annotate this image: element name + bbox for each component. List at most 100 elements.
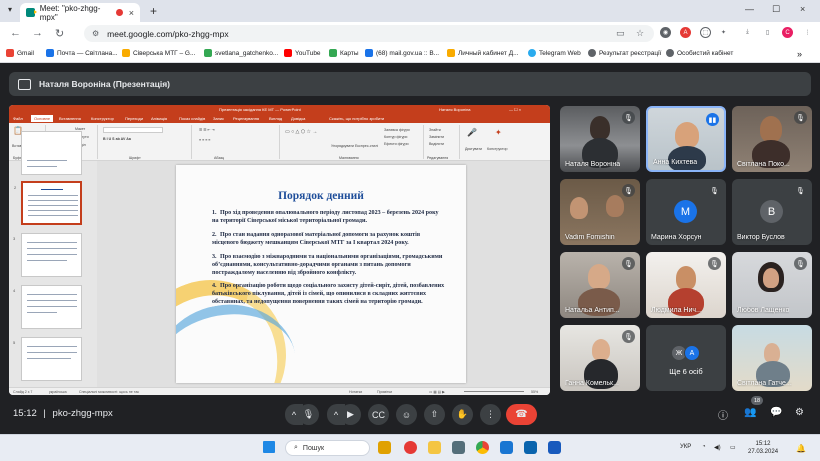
profile-avatar[interactable]: C	[782, 27, 793, 38]
participant-tile[interactable]: 🎙 Vadim Fomishin	[560, 179, 640, 245]
participant-tile[interactable]: 🎙 Людмила Нич...	[646, 252, 726, 318]
comments-button: Примітки	[377, 390, 393, 394]
participant-tile-speaking[interactable]: ▮▮ Анна Кихтева	[646, 106, 726, 172]
forward-icon[interactable]: →	[32, 27, 43, 39]
participant-video	[763, 268, 779, 288]
designer-icon: ✦	[495, 128, 502, 137]
mail-icon	[365, 49, 373, 57]
battery-icon[interactable]: ▭	[730, 444, 736, 451]
search-icon: ⌕	[294, 444, 298, 451]
leave-call-button[interactable]: ☎	[506, 404, 537, 425]
participant-tile[interactable]: 🎙 Натальа Антип...	[560, 252, 640, 318]
close-window-button[interactable]: ×	[800, 4, 805, 14]
briefcase-app-icon[interactable]	[378, 441, 391, 454]
participant-tile[interactable]: 🎙 Ганна Комельк...	[560, 325, 640, 391]
chrome-icon[interactable]	[476, 441, 489, 454]
chat-icon[interactable]: 💬	[770, 407, 782, 418]
bookmark-youtube[interactable]: YouTube	[284, 49, 321, 57]
new-tab-button[interactable]: +	[150, 4, 157, 18]
slide-editing-area: Порядок денний 1. Про хід проведення опал…	[97, 161, 550, 387]
captions-button[interactable]: CC	[368, 404, 389, 425]
people-icon[interactable]: 👥	[744, 407, 756, 418]
participant-count-badge: 18	[751, 396, 763, 405]
participant-tile[interactable]: 🎙 Світлана Поко...	[732, 106, 812, 172]
word-icon[interactable]	[548, 441, 561, 454]
maps-icon	[329, 49, 337, 57]
ppt-search-hint: Скажіть, що потрібно зробити	[329, 116, 385, 121]
back-icon[interactable]: ←	[10, 27, 21, 39]
participant-tile[interactable]: Світлана Гатче...	[732, 325, 812, 391]
participant-name: Vadim Fomishin	[565, 234, 615, 241]
more-bookmarks-icon[interactable]: »	[797, 49, 802, 59]
more-options-button[interactable]: ⋮	[480, 404, 501, 425]
screenshot-icon[interactable]: ⬚	[700, 27, 711, 38]
bookmark-maps[interactable]: Карты	[329, 49, 359, 57]
microphone-button[interactable]: 🎙	[298, 404, 319, 425]
bookmark-star-icon[interactable]: ☆	[636, 28, 644, 39]
ppt-ribbon-tabs: Файл Основне Вставлення Конструктор Пере…	[9, 114, 550, 123]
side-panel-icon[interactable]: ▯	[762, 27, 773, 38]
camera-in-use-icon[interactable]: ▭	[616, 28, 625, 39]
reactions-button[interactable]: ☺	[396, 404, 417, 425]
bookmark-mailgov[interactable]: (68) mail.gov.ua :: В...	[365, 49, 439, 57]
keyboard-language[interactable]: УКР	[680, 444, 691, 450]
clock-date: 27.03.2024	[748, 449, 779, 456]
volume-icon[interactable]: ◀)	[714, 444, 721, 451]
wifi-icon[interactable]: ◔	[702, 444, 706, 450]
bookmark-siverska[interactable]: Сіверська МТГ – G...	[122, 49, 195, 57]
view-buttons: ▭ ▦ ▤ ▶	[429, 390, 445, 394]
extension-icon[interactable]: ◉	[660, 27, 671, 38]
ppt-user-name: Наталя Вороніна	[439, 107, 471, 112]
ppt-tab-view: Вигляд	[269, 116, 283, 121]
accessibility-status: Спеціальні можливості: щось не так	[79, 390, 139, 394]
participant-tile[interactable]: 🎙 Наталя Вороніна	[560, 106, 640, 172]
ppt-tab-record: Запис	[213, 116, 225, 121]
minimize-button[interactable]: —	[745, 4, 754, 14]
bookmark-cabinet[interactable]: Личный кабинет Д...	[447, 49, 519, 57]
outlook-icon[interactable]	[524, 441, 537, 454]
participant-tile[interactable]: 🎙 Любов Лащенко	[732, 252, 812, 318]
opera-icon[interactable]	[404, 441, 417, 454]
browser-menu-icon[interactable]: ⋮	[802, 27, 813, 38]
bookmark-gmail[interactable]: Gmail	[6, 49, 34, 57]
activities-icon[interactable]: ⚙	[795, 407, 804, 418]
bookmark-registration[interactable]: Результат реєстрації	[588, 49, 661, 57]
thumb-line	[27, 248, 77, 249]
file-explorer-icon[interactable]	[428, 441, 441, 454]
meeting-details-icon[interactable]: ⓘ	[718, 407, 728, 422]
windows-start-icon[interactable]	[263, 441, 275, 453]
raise-hand-button[interactable]: ✋	[452, 404, 473, 425]
ribbon-separator	[423, 125, 424, 159]
mic-off-icon: 🎙	[794, 111, 807, 124]
download-icon[interactable]: ⤓	[742, 27, 753, 38]
slide-thumbnail: 3	[13, 233, 82, 277]
bookmark-telegram[interactable]: Telegram Web	[528, 49, 581, 57]
present-screen-icon	[18, 79, 31, 90]
participant-tile[interactable]: B 🎙 Виктор Буслов	[732, 179, 812, 245]
calendar-app-icon[interactable]	[500, 441, 513, 454]
present-screen-button[interactable]: ⇧	[424, 404, 445, 425]
tab-close-icon[interactable]: ×	[129, 8, 134, 18]
taskbar-clock[interactable]: 15:12 27.03.2024	[748, 440, 778, 456]
adblock-icon[interactable]: A	[680, 27, 691, 38]
maximize-button[interactable]: ☐	[772, 4, 780, 15]
reload-icon[interactable]: ↻	[55, 27, 64, 40]
bookmark-pochta[interactable]: Почта — Світлана...	[46, 49, 118, 57]
extensions-icon[interactable]: ✦	[718, 27, 729, 38]
camera-button[interactable]: ▶	[340, 404, 361, 425]
browser-tab-meet[interactable]: Meet: "pko-zhgg-mpx" ×	[20, 3, 140, 22]
store-app-icon[interactable]	[452, 441, 465, 454]
taskbar-search[interactable]: ⌕ Пошук	[285, 440, 370, 456]
participant-tile[interactable]: M 🎙 Марина Хорсун	[646, 179, 726, 245]
bookmark-svetlana[interactable]: svetlana_gatchenko...	[204, 49, 278, 57]
tab-search-icon[interactable]: ▾	[8, 5, 12, 14]
bookmark-personal[interactable]: Особистий кабінет	[666, 49, 733, 57]
ppt-window-controls: — ☐ ×	[509, 107, 522, 112]
notifications-icon[interactable]: 🔔	[796, 444, 806, 453]
language-status: українська	[49, 390, 67, 394]
address-bar[interactable]: ⚙ meet.google.com/pko-zhgg-mpx ▭ ☆	[84, 25, 654, 42]
more-participants-tile[interactable]: Ж A Ще 6 осіб	[646, 325, 726, 391]
site-info-icon[interactable]: ⚙	[92, 29, 99, 38]
slide-thumbnail	[21, 131, 82, 175]
slide-thumbnail: 4	[13, 285, 82, 329]
